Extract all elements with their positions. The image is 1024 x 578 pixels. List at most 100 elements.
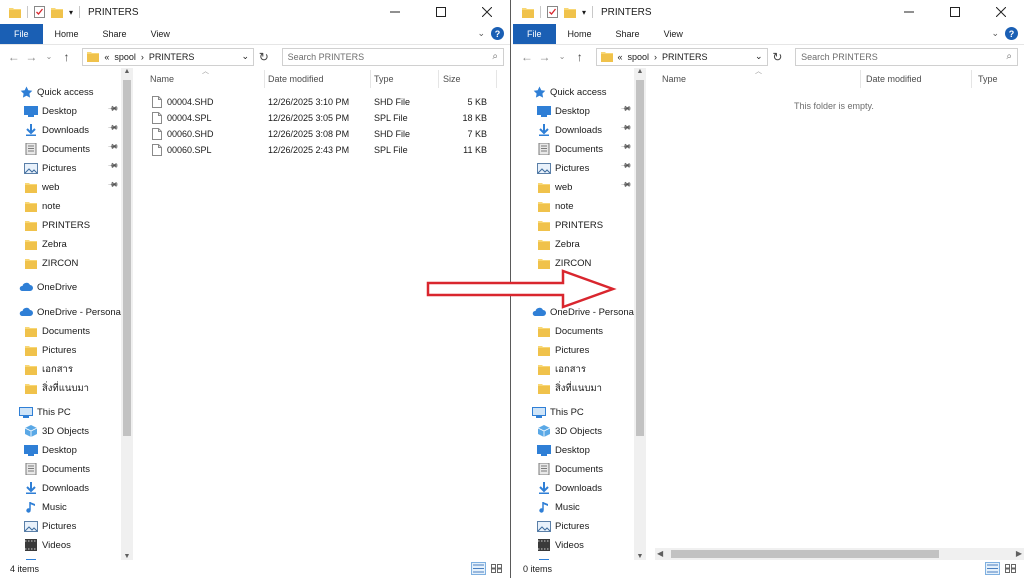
tab-share[interactable]: Share [91,24,139,44]
column-divider[interactable] [860,70,861,88]
tab-file[interactable]: File [0,24,43,44]
help-icon[interactable]: ? [491,27,504,40]
column-header-date[interactable]: Date modified [866,74,922,84]
column-header-type[interactable]: Type [374,74,394,84]
nav-item[interactable]: Documents [537,322,603,340]
nav-item[interactable]: OneDrive [19,278,77,296]
tab-view[interactable]: View [652,24,695,44]
back-button[interactable]: ← [519,50,535,64]
address-dropdown-icon[interactable]: ⌄ [755,51,763,62]
address-segment-spool[interactable]: spool [628,52,650,62]
nav-item[interactable]: note [537,197,574,215]
nav-item[interactable]: Pictures [24,159,76,177]
nav-item[interactable]: Zebra [24,235,67,253]
address-bar[interactable]: « spool › PRINTERS ⌄ [82,47,254,66]
details-view-button[interactable] [471,562,486,575]
address-overflow[interactable]: « [104,52,109,62]
horizontal-scrollbar[interactable]: ◀ ▶ [655,548,1024,560]
properties-icon[interactable] [34,6,45,18]
properties-icon[interactable] [547,6,558,18]
search-box[interactable]: Search PRINTERS ⌕ [795,47,1019,66]
nav-item[interactable]: Desktop [24,102,77,120]
tab-view[interactable]: View [139,24,182,44]
tab-share[interactable]: Share [604,24,652,44]
up-button[interactable]: ↑ [572,50,588,64]
file-row[interactable]: 00004.SPL 12/26/2025 3:05 PM SPL File 18… [142,110,504,126]
large-icons-view-button[interactable] [1003,562,1018,575]
column-divider[interactable] [264,70,265,88]
customize-toolbar-icon[interactable]: ▾ [582,8,586,17]
maximize-button[interactable] [932,0,978,24]
horizontal-scroll-thumb[interactable] [671,550,939,558]
nav-scroll-thumb[interactable] [636,80,644,436]
nav-item[interactable]: Documents [24,140,90,158]
refresh-button[interactable]: ↻ [256,50,272,64]
recent-locations-icon[interactable]: ⌄ [41,52,57,61]
nav-item[interactable]: Zebra [537,235,580,253]
nav-item[interactable]: note [24,197,61,215]
refresh-button[interactable]: ↻ [770,50,786,64]
column-header-name[interactable]: Name [150,74,174,84]
tab-file[interactable]: File [513,24,556,44]
nav-item[interactable]: Music [537,498,580,516]
nav-item[interactable]: Documents [24,460,90,478]
address-bar[interactable]: « spool › PRINTERS ⌄ [595,47,768,66]
nav-item[interactable]: Pictures [537,517,589,535]
nav-item[interactable]: Quick access [532,83,607,101]
file-row[interactable]: 00004.SHD 12/26/2025 3:10 PM SHD File 5 … [142,94,504,110]
nav-item[interactable]: Pictures [537,341,589,359]
details-view-button[interactable] [985,562,1000,575]
expand-ribbon-icon[interactable]: ⌄ [991,28,999,39]
minimize-button[interactable] [886,0,932,24]
nav-item[interactable]: Videos [537,536,584,554]
nav-item[interactable]: PRINTERS [24,216,90,234]
nav-item[interactable]: Desktop [537,441,590,459]
forward-button[interactable]: → [537,50,553,64]
nav-item[interactable]: PRINTERS [537,216,603,234]
forward-button[interactable]: → [24,50,40,64]
file-row[interactable]: 00060.SPL 12/26/2025 2:43 PM SPL File 11… [142,142,504,158]
nav-item[interactable]: web [24,178,59,196]
scroll-down-arrow[interactable]: ▼ [634,553,646,560]
scroll-up-arrow[interactable]: ▲ [634,68,646,75]
nav-item[interactable]: Downloads [537,479,602,497]
nav-item[interactable]: Desktop [537,102,590,120]
nav-item[interactable]: web [537,178,572,196]
nav-item[interactable]: This PC [532,403,584,421]
column-divider[interactable] [370,70,371,88]
address-segment-printers[interactable]: PRINTERS [149,52,195,62]
nav-item[interactable]: Quick access [19,83,94,101]
nav-item[interactable]: Downloads [24,121,89,139]
help-icon[interactable]: ? [1005,27,1018,40]
back-button[interactable]: ← [6,50,22,64]
column-header-type[interactable]: Type [978,74,998,84]
nav-item[interactable]: 3D Objects [537,422,602,440]
expand-ribbon-icon[interactable]: ⌄ [477,28,485,39]
nav-item[interactable]: Pictures [24,341,76,359]
nav-item[interactable]: Documents [24,322,90,340]
address-segment-printers[interactable]: PRINTERS [662,52,708,62]
new-folder-icon[interactable] [564,7,576,18]
nav-item[interactable]: OneDrive - Personal [19,303,123,321]
nav-item[interactable]: Videos [24,536,71,554]
scroll-down-arrow[interactable]: ▼ [121,553,133,560]
file-row[interactable]: 00060.SHD 12/26/2025 3:08 PM SHD File 7 … [142,126,504,142]
nav-item[interactable]: Downloads [24,479,89,497]
search-box[interactable]: Search PRINTERS ⌕ [281,47,504,66]
nav-item[interactable]: Desktop [24,441,77,459]
nav-item[interactable]: Pictures [24,517,76,535]
nav-item[interactable]: 3D Objects [24,422,89,440]
recent-locations-icon[interactable]: ⌄ [554,52,570,61]
nav-scrollbar[interactable]: ▲ ▼ [634,68,646,560]
nav-item[interactable]: Pictures [537,159,589,177]
customize-toolbar-icon[interactable]: ▾ [69,8,73,17]
address-segment-spool[interactable]: spool [114,52,136,62]
close-button[interactable] [978,0,1024,24]
nav-item[interactable]: ZIRCON [24,254,78,272]
nav-item[interactable]: This PC [19,403,71,421]
close-button[interactable] [464,0,510,24]
nav-item[interactable]: สิ่งที่แนบมา [537,379,602,397]
column-divider[interactable] [496,70,497,88]
nav-scroll-thumb[interactable] [123,80,131,436]
address-dropdown-icon[interactable]: ⌄ [241,51,249,62]
